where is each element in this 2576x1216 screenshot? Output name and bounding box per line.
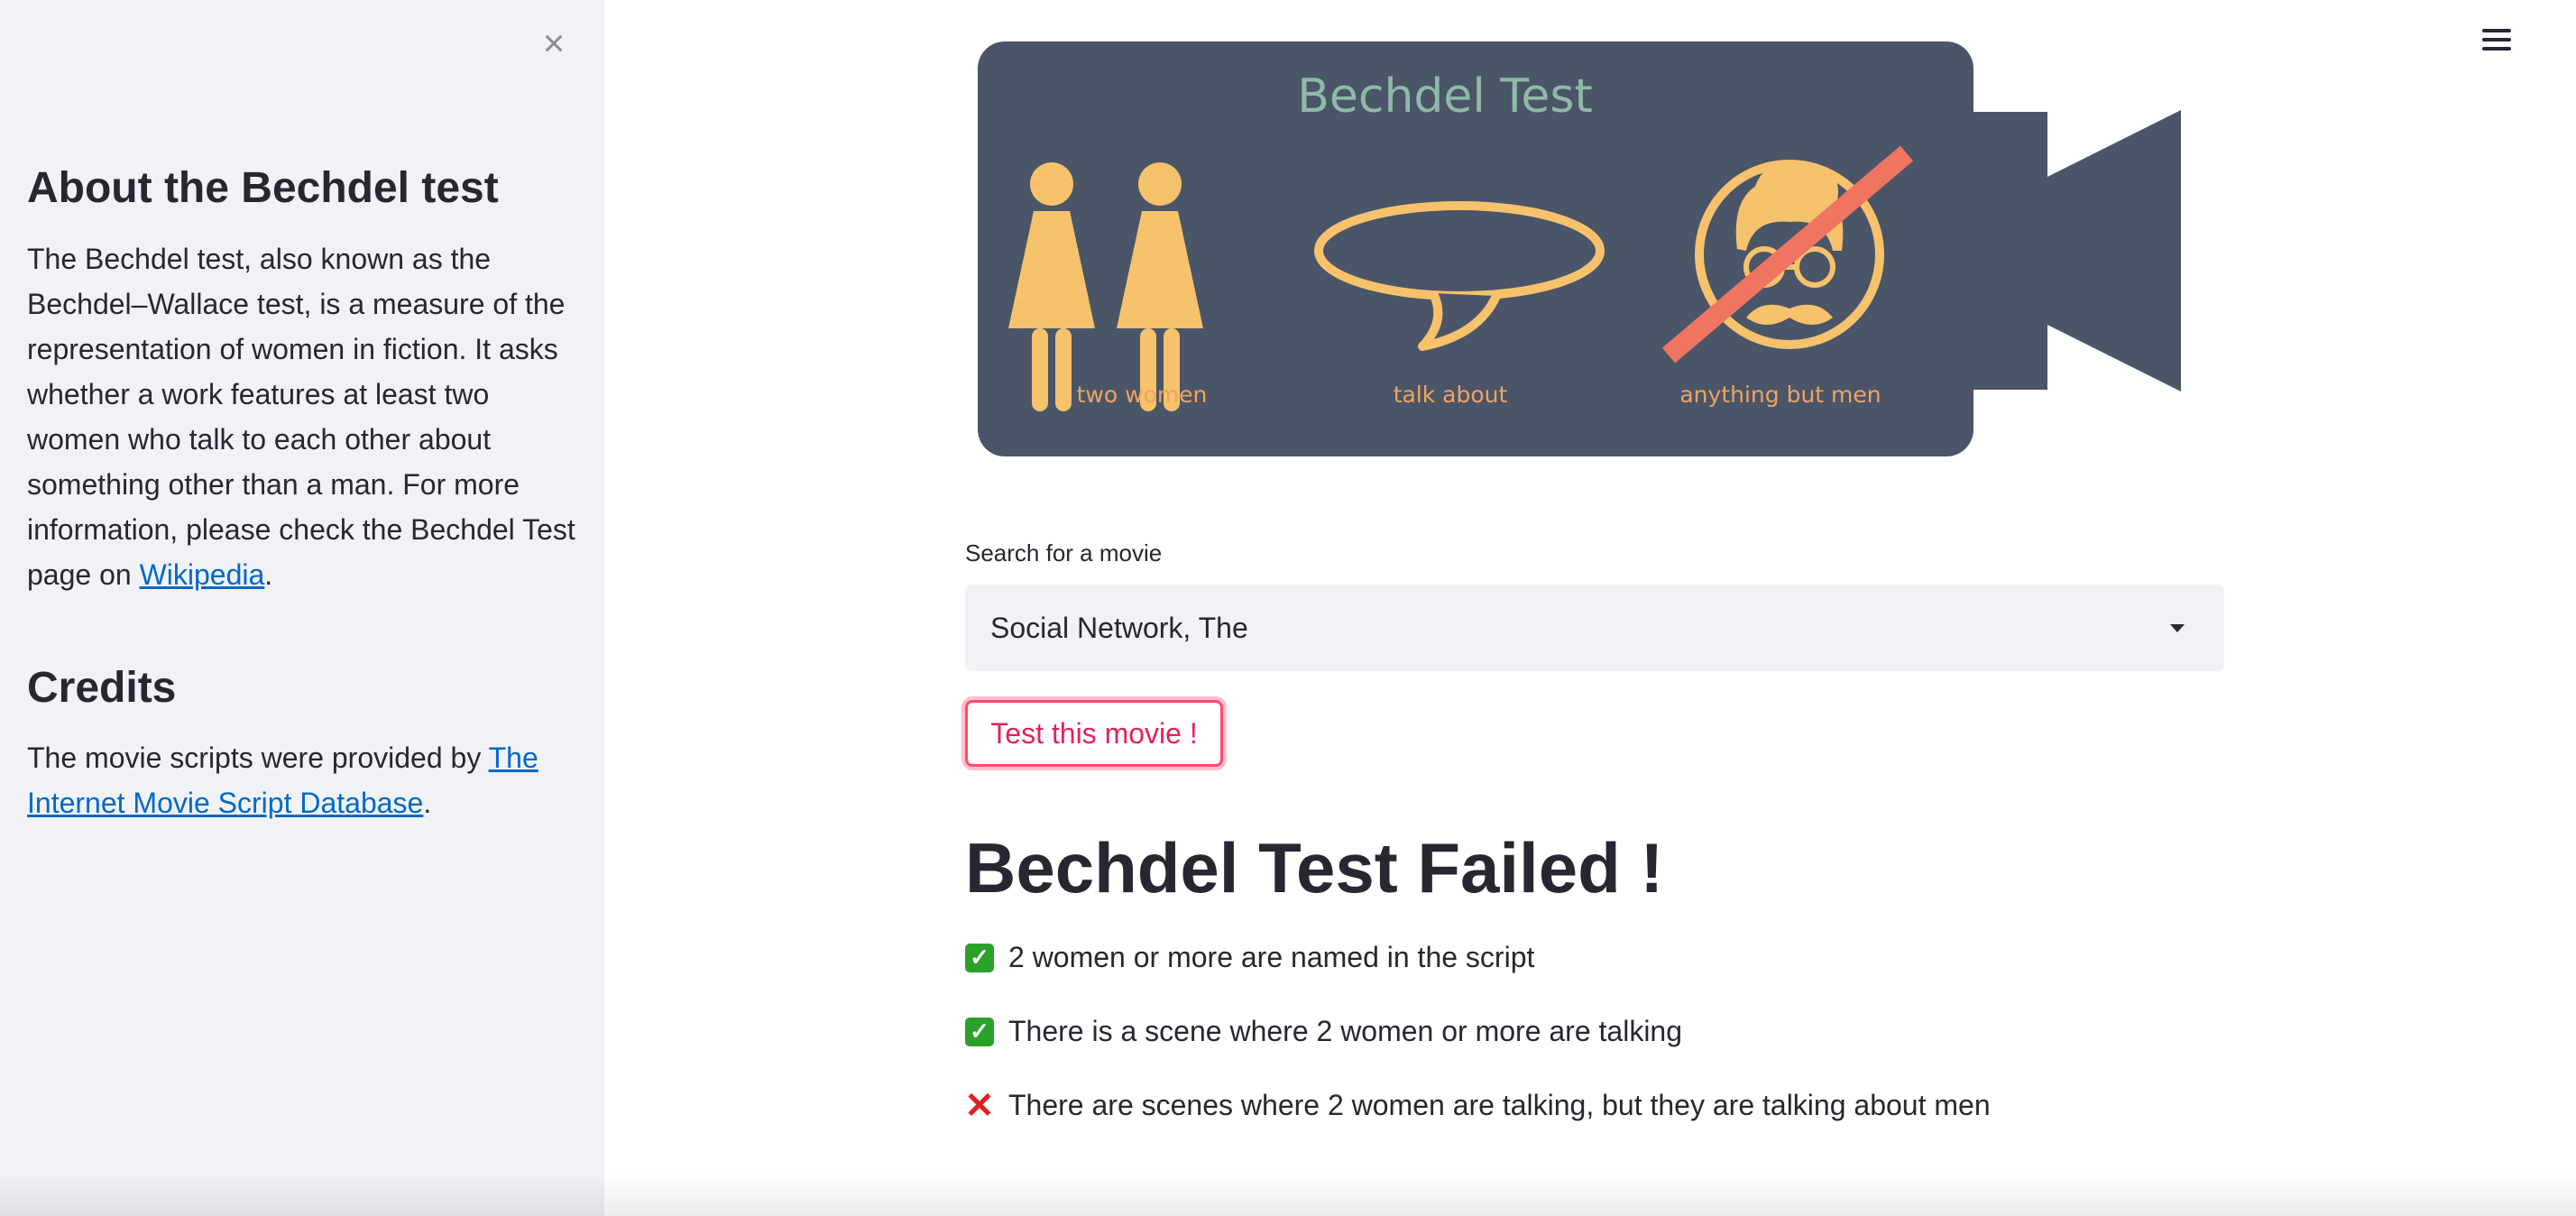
result-title: Bechdel Test Failed ! [965,828,1664,907]
movie-select[interactable]: Social Network, The [965,585,2224,671]
caption-anything-but-men: anything but men [1679,382,1881,408]
test-movie-button[interactable]: Test this movie ! [965,700,1223,767]
chevron-down-icon [2170,623,2185,632]
about-text: The Bechdel test, also known as the Bech… [27,242,575,591]
about-paragraph: The Bechdel test, also known as the Bech… [27,236,586,597]
hamburger-icon [2479,29,2515,51]
about-end: . [264,557,273,591]
check-text: 2 women or more are named in the script [1008,941,1535,973]
check-mark-icon: ✓ [965,943,994,972]
check-text: There is a scene where 2 women or more a… [1008,1015,1683,1047]
credits-heading: Credits [27,663,177,712]
close-sidebar-button[interactable]: × [532,22,575,65]
caption-two-women: two women [1077,382,1208,408]
menu-button[interactable] [2479,23,2515,60]
credits-text: The movie scripts were provided by [27,742,489,775]
about-heading: About the Bechdel test [27,164,499,212]
check-text: There are scenes where 2 women are talki… [1008,1089,1991,1121]
check-item: ✓ There is a scene where 2 women or more… [965,1015,1682,1048]
banner-title: Bechdel Test [1297,69,1593,124]
credits-end: . [423,787,432,820]
close-icon: × [542,22,566,64]
cross-mark-icon: ✕ [964,1085,995,1126]
caption-talk-about: talk about [1394,382,1508,408]
credits-paragraph: The movie scripts were provided by The I… [27,735,586,825]
sidebar-content: About the Bechdel test The Bechdel test,… [27,162,586,825]
bechdel-banner: Bechdel Test two women talk about anythi… [978,41,2186,460]
check-mark-icon: ✓ [965,1017,994,1046]
bechdel-camera-image: Bechdel Test two women talk about anythi… [978,41,2181,456]
app: × About the Bechdel test The Bechdel tes… [0,0,2576,1216]
sidebar: × About the Bechdel test The Bechdel tes… [0,0,604,1216]
check-item: ✓ 2 women or more are named in the scrip… [965,941,1534,974]
movie-select-value: Social Network, The [990,611,1248,644]
wikipedia-link[interactable]: Wikipedia [140,558,265,591]
check-item: ✕ There are scenes where 2 women are tal… [964,1085,1991,1126]
search-label: Search for a movie [965,539,1163,567]
